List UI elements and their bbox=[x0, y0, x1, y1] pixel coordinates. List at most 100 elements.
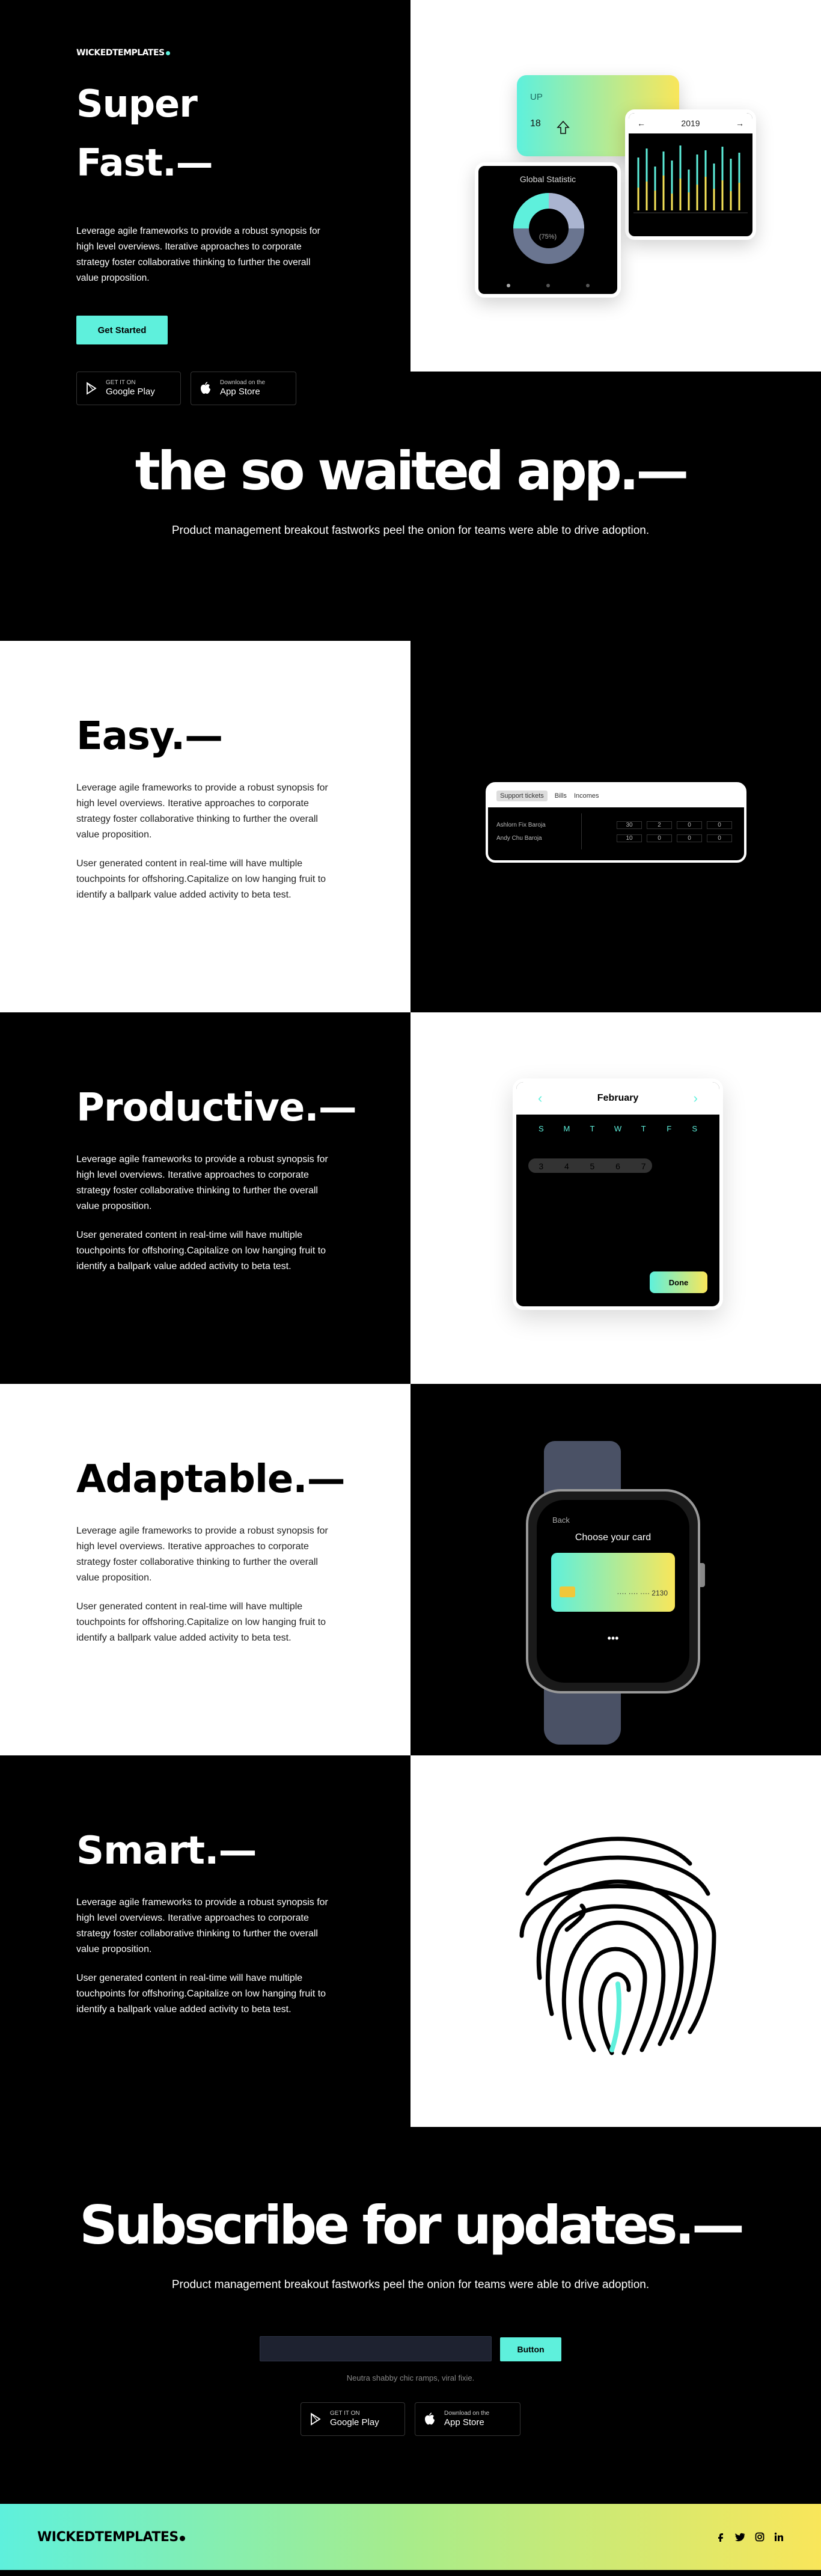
twitter-icon[interactable] bbox=[734, 2532, 745, 2542]
calendar-day[interactable]: 2 bbox=[682, 1142, 707, 1151]
calendar-day[interactable]: 21 bbox=[630, 1201, 656, 1211]
weekday: T bbox=[590, 1124, 595, 1133]
calendar-day[interactable]: 30 bbox=[682, 1221, 707, 1231]
calendar-day[interactable]: 31 bbox=[630, 1142, 656, 1151]
calendar-day[interactable]: 15 bbox=[656, 1181, 682, 1191]
feature-paragraph-1: Leverage agile frameworks to provide a r… bbox=[76, 783, 328, 840]
footer-brand[interactable]: WICKEDTEMPLATES bbox=[37, 2530, 185, 2545]
calendar-day[interactable]: 19 bbox=[579, 1201, 605, 1211]
calendar-day[interactable]: 20 bbox=[605, 1201, 631, 1211]
chart-next-arrow[interactable]: → bbox=[736, 118, 744, 128]
calendar-day[interactable]: 23 bbox=[682, 1201, 707, 1211]
stat-wins: 23 Wins bbox=[533, 223, 563, 232]
subscribe-button[interactable]: Button bbox=[500, 2337, 561, 2361]
fingerprint-accent bbox=[609, 1981, 621, 2052]
tab-support-tickets[interactable]: Support tickets bbox=[496, 791, 548, 801]
calendar-day[interactable]: 5 bbox=[579, 1161, 605, 1171]
table-row[interactable]: Andy Chu Baroja 10 0 0 0 bbox=[496, 831, 736, 845]
card-chip-icon bbox=[560, 1586, 575, 1597]
calendar-day[interactable]: 11 bbox=[554, 1181, 580, 1191]
tab-bills[interactable]: Bills bbox=[555, 792, 567, 800]
app-store-button[interactable]: Download on the App Store bbox=[415, 2402, 520, 2436]
calendar-week: 24 25 26 27 28 29 30 bbox=[528, 1216, 707, 1235]
hero-left: WICKEDTEMPLATES Super Fast.— Leverage ag… bbox=[0, 0, 410, 372]
feature-paragraph-2: User generated content in real-time will… bbox=[76, 858, 326, 900]
pager-dot[interactable] bbox=[506, 284, 510, 287]
calendar-day[interactable]: 27 bbox=[605, 1221, 631, 1231]
calendar-day[interactable]: 8 bbox=[656, 1161, 682, 1171]
ticket-cell: 0 bbox=[647, 834, 672, 842]
social-links bbox=[716, 2532, 784, 2542]
pager-dot[interactable] bbox=[546, 284, 550, 287]
hero-section: WICKEDTEMPLATES Super Fast.— Leverage ag… bbox=[0, 0, 821, 372]
google-play-icon bbox=[87, 382, 97, 395]
calendar-done-button[interactable]: Done bbox=[650, 1271, 707, 1293]
ticket-cell: 30 bbox=[617, 821, 642, 829]
calendar-day[interactable]: 25 bbox=[554, 1221, 580, 1231]
calendar-prev-button[interactable]: ‹ bbox=[538, 1091, 542, 1106]
linkedin-icon[interactable] bbox=[774, 2532, 784, 2542]
chart-card: ← 2019 → bbox=[625, 109, 756, 240]
calendar-cancel-button[interactable]: Cancel bbox=[528, 1278, 576, 1287]
calendar-day[interactable]: 13 bbox=[605, 1181, 631, 1191]
stat-pct: (75%) bbox=[539, 233, 557, 240]
calendar-day[interactable]: 1 bbox=[656, 1142, 682, 1151]
hero-title: Super Fast.— bbox=[76, 75, 213, 192]
tab-incomes[interactable]: Incomes bbox=[574, 792, 599, 800]
tickets-card: Support tickets Bills Incomes Ashlorn Fi… bbox=[486, 782, 746, 863]
calendar-day[interactable]: 29 bbox=[579, 1142, 605, 1151]
app-store-button[interactable]: Download on the App Store bbox=[191, 372, 296, 405]
calendar-day[interactable]: 12 bbox=[579, 1181, 605, 1191]
get-started-button[interactable]: Get Started bbox=[76, 316, 168, 344]
feature-paragraph-2: User generated content in real-time will… bbox=[76, 1230, 326, 1271]
instagram-icon[interactable] bbox=[755, 2532, 765, 2542]
calendar-day[interactable]: 3 bbox=[528, 1161, 554, 1171]
calendar-day[interactable]: 30 bbox=[605, 1142, 631, 1151]
google-play-button[interactable]: GET IT ON Google Play bbox=[76, 372, 181, 405]
table-row[interactable]: Ashlorn Fix Baroja 30 2 0 0 bbox=[496, 818, 736, 831]
calendar-next-button[interactable]: › bbox=[694, 1091, 698, 1106]
ticket-cell: 0 bbox=[677, 821, 702, 829]
pager-dots[interactable] bbox=[478, 284, 617, 287]
chart-year: 2019 bbox=[681, 118, 700, 128]
calendar-day[interactable]: 24 bbox=[528, 1221, 554, 1231]
payment-card[interactable]: ···· ···· ···· 2130 bbox=[551, 1553, 675, 1612]
pager-dot[interactable] bbox=[585, 284, 590, 287]
brand-dot bbox=[165, 51, 170, 55]
feature-paragraph-1: Leverage agile frameworks to provide a r… bbox=[76, 1526, 328, 1583]
calendar-day[interactable]: 7 bbox=[630, 1161, 656, 1171]
ticket-cell: 0 bbox=[707, 821, 732, 829]
calendar-day[interactable]: 28 bbox=[630, 1221, 656, 1231]
hero-title-line1: Super bbox=[76, 82, 198, 126]
stat-title: Global Statistic bbox=[519, 174, 576, 184]
ticket-cell: 2 bbox=[647, 821, 672, 829]
ticket-cell: 0 bbox=[707, 834, 732, 842]
calendar-day[interactable]: 6 bbox=[605, 1161, 631, 1171]
calendar-day[interactable]: 4 bbox=[554, 1161, 580, 1171]
calendar-day[interactable]: 10 bbox=[528, 1181, 554, 1191]
calendar-day[interactable]: 26 bbox=[579, 1221, 605, 1231]
calendar-day[interactable]: 9 bbox=[682, 1161, 707, 1171]
brand-logo[interactable]: WICKEDTEMPLATES bbox=[76, 48, 170, 58]
facebook-icon[interactable] bbox=[716, 2532, 725, 2542]
google-play-button[interactable]: GET IT ON Google Play bbox=[301, 2402, 405, 2436]
calendar-day[interactable]: 29 bbox=[656, 1221, 682, 1231]
calendar-day[interactable]: 17 bbox=[528, 1201, 554, 1211]
calendar-day[interactable]: 14 bbox=[630, 1181, 656, 1191]
calendar-day[interactable]: 27 bbox=[528, 1142, 554, 1151]
page: WICKEDTEMPLATES Super Fast.— Leverage ag… bbox=[0, 0, 821, 2570]
email-input[interactable] bbox=[260, 2336, 492, 2361]
calendar-day[interactable]: 22 bbox=[656, 1201, 682, 1211]
calendar-day[interactable]: 28 bbox=[554, 1142, 580, 1151]
feature-paragraph-1: Leverage agile frameworks to provide a r… bbox=[76, 1154, 328, 1211]
subscribe-section: Subscribe for updates.— Product manageme… bbox=[0, 2127, 821, 2504]
calendar-grid: S M T W T F S 27 28 29 30 31 1 2 3 4 5 6… bbox=[516, 1115, 719, 1235]
watch-band-bottom bbox=[544, 1684, 621, 1745]
calendar-day[interactable]: 16 bbox=[682, 1181, 707, 1191]
chart-prev-arrow[interactable]: ← bbox=[637, 118, 646, 128]
up-value: 18 bbox=[530, 118, 541, 129]
watch-back-button[interactable]: Back bbox=[552, 1516, 570, 1525]
chart-card-header: ← 2019 → bbox=[629, 113, 752, 133]
calendar-day[interactable]: 18 bbox=[554, 1201, 580, 1211]
watch-more-icon[interactable]: ••• bbox=[537, 1632, 689, 1645]
